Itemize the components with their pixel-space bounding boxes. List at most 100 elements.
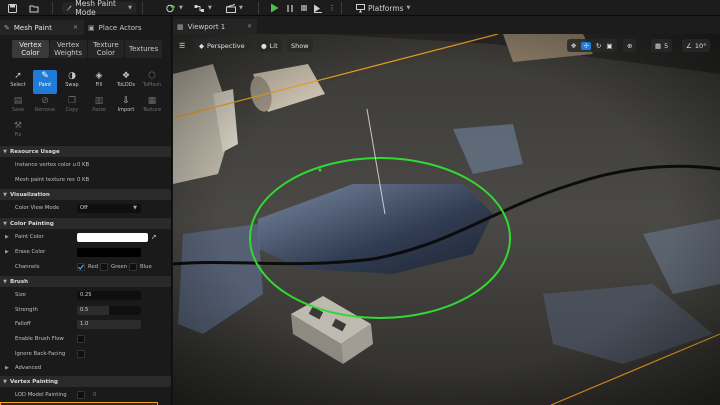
perspective-button[interactable]: ◆ Perspective — [195, 39, 249, 52]
tool-import[interactable]: ⇩ Import — [114, 95, 138, 119]
tool-save[interactable]: ▤ Save — [6, 95, 30, 119]
blueprints-button[interactable]: ▼ — [194, 2, 212, 14]
channel-label: Red — [88, 264, 99, 270]
tool-label: ToLODs — [116, 82, 136, 88]
texture-icon: ▦ — [147, 96, 157, 106]
main-toolbar: Mesh Paint Mode ▼ ▼ ▼ ▼ ⋮ Platforms ▼ — [0, 0, 720, 17]
tab-label: Place Actors — [98, 23, 142, 32]
level-viewport[interactable]: ☰ ◆ Perspective ● Lit Show ✥ ✢ ↻ ▣ ⊕ ▦ 5… — [173, 34, 720, 405]
ignore-backfacing-checkbox[interactable] — [77, 350, 85, 358]
advanced-expander[interactable]: ▶ Advanced — [0, 361, 171, 375]
tool-fill[interactable]: ◈ Fill — [87, 70, 111, 94]
property-label: Instance vertex color u — [15, 162, 76, 168]
close-icon[interactable]: ✕ — [247, 23, 252, 30]
rotate-mode-icon[interactable]: ↻ — [596, 42, 601, 50]
eyedropper-icon[interactable]: ➚ — [151, 233, 157, 241]
content-browser-icon[interactable] — [28, 2, 40, 14]
cinematics-button[interactable]: ▼ — [226, 2, 243, 14]
more-options-icon[interactable]: ⋮ — [328, 2, 336, 14]
angle-icon: ∠ — [686, 41, 692, 50]
platforms-button[interactable]: Platforms ▼ — [356, 2, 410, 14]
section-brush[interactable]: ▼ Brush — [0, 276, 171, 287]
property-label: Advanced — [15, 365, 42, 371]
copy-icon: ❐ — [67, 96, 77, 106]
chevron-down-icon: ▼ — [3, 378, 7, 385]
tool-fix[interactable]: ⚒ Fix — [6, 120, 30, 144]
channel-red-checkbox[interactable] — [77, 263, 85, 271]
section-color-painting[interactable]: ▼ Color Painting — [0, 218, 171, 229]
chevron-down-icon: ▼ — [239, 5, 243, 11]
chevron-right-icon[interactable]: ▶ — [5, 234, 9, 240]
tool-label: Remove — [34, 107, 56, 113]
add-actor-icon — [166, 4, 175, 12]
close-icon[interactable]: ✕ — [73, 24, 78, 31]
add-actor-button[interactable]: ▼ — [166, 2, 183, 14]
channel-blue-checkbox[interactable] — [129, 263, 137, 271]
color-view-mode-select[interactable]: Off ▼ — [77, 203, 141, 213]
tool-remove[interactable]: ⊘ Remove — [33, 95, 57, 119]
tool-to-mesh[interactable]: ⬡ ToMesh — [140, 70, 164, 94]
section-title: Resource Usage — [10, 148, 60, 155]
chevron-down-icon: ▼ — [3, 220, 7, 227]
section-resource-usage[interactable]: ▼ Resource Usage — [0, 146, 171, 157]
angle-snap-button[interactable]: ∠ 10° — [682, 39, 711, 52]
panel-tab-row: ✎ Mesh Paint ✕ ▣ Place Actors — [0, 20, 171, 35]
paint-color-swatch[interactable] — [77, 232, 148, 242]
channel-green-checkbox[interactable] — [100, 263, 108, 271]
tool-copy[interactable]: ❐ Copy — [60, 95, 84, 119]
property-label: Mesh paint texture res — [15, 177, 75, 183]
paste-icon: ▥ — [94, 96, 104, 106]
tool-select[interactable]: ➚ Select — [6, 70, 30, 94]
tool-paint[interactable]: ✎ Paint — [33, 70, 57, 94]
chevron-right-icon[interactable]: ▶ — [5, 249, 9, 255]
mode-selector-button[interactable]: Mesh Paint Mode ▼ — [62, 0, 136, 17]
mesh-icon: ⬡ — [148, 71, 156, 81]
brush-falloff-slider[interactable]: 1.0 — [77, 319, 141, 329]
section-visualization[interactable]: ▼ Visualization — [0, 189, 171, 200]
pause-button[interactable] — [284, 2, 296, 14]
tab-place-actors[interactable]: ▣ Place Actors — [84, 20, 168, 35]
mode-textures[interactable]: Textures — [125, 40, 162, 58]
erase-color-swatch[interactable] — [77, 247, 141, 257]
paint-mode-selector: Vertex Color Vertex Weights Texture Colo… — [12, 40, 162, 58]
scale-mode-icon[interactable]: ▣ — [606, 42, 612, 50]
angle-snap-value: 10° — [694, 41, 707, 50]
pause-icon — [287, 4, 293, 12]
tool-texture[interactable]: ▦ Texture — [140, 95, 164, 119]
select-mode-icon[interactable]: ✥ — [571, 42, 576, 50]
brush-size-input[interactable]: 0.25 — [77, 290, 141, 300]
move-mode-icon[interactable]: ✢ — [581, 41, 591, 50]
mode-vertex-color[interactable]: Vertex Color — [12, 40, 49, 58]
tool-label: Paint — [38, 82, 52, 88]
paint-brush-icon: ✎ — [4, 23, 10, 32]
section-vertex-painting[interactable]: ▼ Vertex Painting — [0, 376, 171, 387]
property-value: 0 KB — [77, 162, 90, 168]
tab-viewport-1[interactable]: ▦ Viewport 1 ✕ — [173, 19, 257, 34]
grid-snap-button[interactable]: ▦ 5 — [651, 39, 673, 52]
mode-vertex-weights[interactable]: Vertex Weights — [49, 40, 87, 58]
property-label: Falloff — [15, 321, 31, 327]
lit-sphere-icon: ● — [261, 41, 267, 50]
place-actors-icon: ▣ — [88, 23, 95, 32]
lit-button[interactable]: ● Lit — [257, 39, 282, 52]
tool-paste[interactable]: ▥ Paste — [87, 95, 111, 119]
hamburger-menu-icon[interactable]: ☰ — [179, 39, 185, 52]
brush-strength-slider[interactable]: 0.5 — [77, 305, 141, 315]
toolbar-separator — [258, 2, 259, 14]
save-icon[interactable] — [6, 2, 18, 14]
brush-flow-checkbox[interactable] — [77, 335, 85, 343]
stop-button[interactable] — [298, 2, 310, 14]
tab-mesh-paint[interactable]: ✎ Mesh Paint ✕ — [0, 20, 84, 35]
tool-to-lods[interactable]: ❖ ToLODs — [114, 70, 138, 94]
play-options-button[interactable] — [312, 2, 324, 14]
show-button[interactable]: Show — [287, 39, 313, 52]
play-button[interactable] — [268, 2, 280, 14]
import-icon: ⇩ — [122, 96, 130, 106]
chevron-down-icon: ▼ — [128, 5, 132, 11]
chevron-down-icon: ▼ — [3, 148, 7, 155]
world-space-button[interactable]: ⊕ — [623, 39, 637, 52]
tool-swap[interactable]: ◑ Swap — [60, 70, 84, 94]
mode-texture-color[interactable]: Texture Color — [87, 40, 125, 58]
lod-painting-checkbox[interactable] — [77, 391, 85, 399]
platforms-label: Platforms — [368, 3, 404, 13]
